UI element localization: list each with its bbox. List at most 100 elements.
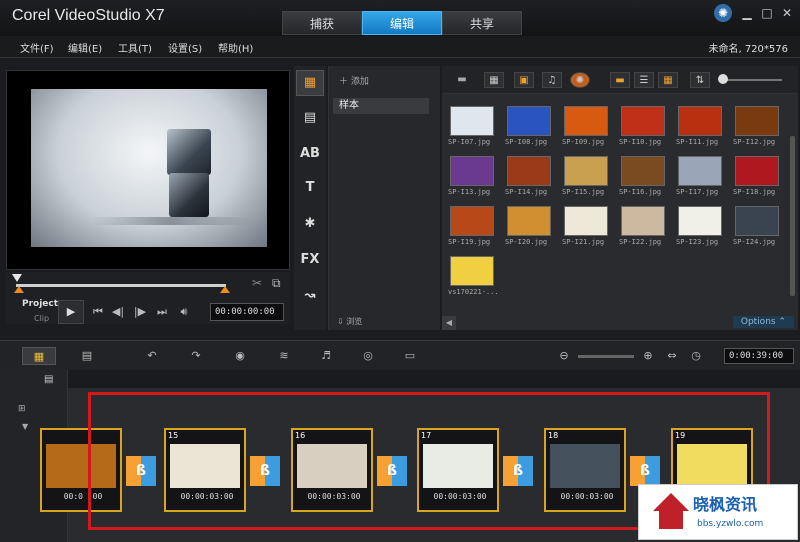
trim-end-marker[interactable] [220,286,230,293]
media-icon[interactable]: ▦ [298,71,322,95]
library-thumbnail[interactable] [735,106,779,136]
library-panel: ▬ ▦ ▣ ♫ ✺ ▬ ☰ ▦ ⇅ SP-I07.jpg SP-I08.jpg SP… [442,66,798,330]
watermark-title: 晓枫资讯 [693,495,758,514]
thumbnail-size-slider[interactable] [720,79,782,81]
scrub-panel: ✂ ⧉ Project Clip ▶ ⏮ ◀| |▶ ⏭ 🔊︎ 00:00:00… [6,272,290,324]
library-thumbnail[interactable] [735,156,779,186]
library-thumbnail[interactable] [450,256,494,286]
title-icon[interactable]: T [298,176,322,200]
library-thumbnail[interactable] [450,156,494,186]
library-thumbnail[interactable] [678,156,722,186]
project-duration: 0:00:39:00 [724,348,794,364]
browse-button[interactable]: ⇩ 浏览 [337,316,362,327]
subtitle-editor-icon[interactable]: ▭ [398,347,422,365]
plus-icon: ＋ [339,77,351,87]
library-thumbnail[interactable] [507,206,551,236]
timecode-display[interactable]: 00:00:00:00 [210,303,284,321]
list-view-icon[interactable]: ☰ [634,72,654,88]
library-thumbnail[interactable] [621,156,665,186]
chevron-down-icon[interactable]: ▼ [22,422,28,431]
library-thumbnail[interactable] [621,106,665,136]
library-thumbnail[interactable] [450,206,494,236]
play-button[interactable]: ▶ [58,300,84,324]
show-photos-icon[interactable]: ▣ [514,72,534,88]
audio-mixer-icon[interactable]: ≋ [272,347,296,365]
thumbnail-label: SP-I21.jpg [562,238,605,246]
track-options-icon[interactable]: ⊞ [18,404,26,414]
trim-start-marker[interactable] [14,286,24,293]
project-info: 未命名, 720*576 [708,44,788,55]
timeline-view-icon[interactable]: ▤ [72,347,102,365]
thumbnail-label: vs170221-... [448,288,499,296]
enlarge-icon[interactable]: ⧉ [272,276,281,291]
scrub-bar[interactable] [16,284,226,287]
fit-project-icon[interactable]: ⇔ [660,347,684,365]
help-globe-icon[interactable]: ✺ [714,4,732,22]
undo-icon[interactable]: ↶ [140,347,164,365]
thumbnail-view-icon[interactable]: ▬ [610,72,630,88]
library-thumbnail[interactable] [621,206,665,236]
library-thumbnail[interactable] [678,106,722,136]
library-thumbnail[interactable] [564,106,608,136]
show-videos-icon[interactable]: ▦ [484,72,504,88]
clip-mode-label[interactable]: Clip [34,314,49,323]
library-thumbnail[interactable] [678,206,722,236]
slider-knob[interactable] [718,74,728,84]
volume-icon[interactable]: 🔊︎ [174,302,194,322]
menu-edit[interactable]: 编辑(E) [68,40,102,55]
minimize-icon[interactable]: ▁ [738,4,756,22]
library-navigation: ＋ 添加 样本 ⇩ 浏览 [328,66,440,330]
transition-icon[interactable]: AB [298,142,322,166]
project-mode-label[interactable]: Project [22,299,58,309]
instant-project-icon[interactable]: ▤ [298,106,322,130]
sort-icon[interactable]: ⇅ [690,72,710,88]
grid-view-icon[interactable]: ▦ [658,72,678,88]
thumbnail-label: SP-I13.jpg [448,188,491,196]
zoom-out-icon[interactable]: ⊖ [552,347,576,365]
library-thumbnail[interactable] [564,156,608,186]
motion-tracking-icon[interactable]: ◎ [356,347,380,365]
redo-icon[interactable]: ↷ [184,347,208,365]
show-audio-icon[interactable]: ♫ [542,72,562,88]
auto-music-icon[interactable]: ♬ [314,347,338,365]
next-frame-icon[interactable]: |▶ [130,302,150,322]
record-capture-icon[interactable]: ◉ [228,347,252,365]
scroll-left-icon[interactable]: ◀ [442,316,456,330]
menu-file[interactable]: 文件(F) [20,40,54,55]
scrubber-handle[interactable] [12,274,22,282]
close-icon[interactable]: ✕ [778,4,796,22]
film-reel-icon[interactable]: ✺ [570,72,590,88]
home-icon[interactable]: ⏮ [88,302,108,322]
menu-tools[interactable]: 工具(T) [118,40,152,55]
tab-edit[interactable]: 编辑 [362,11,442,35]
storyboard-view-icon[interactable]: ▦ [22,347,56,365]
prev-frame-icon[interactable]: ◀| [108,302,128,322]
thumbnail-label: SP-I20.jpg [505,238,548,246]
options-button[interactable]: Options ⌃ [732,316,794,328]
zoom-in-icon[interactable]: ⊕ [636,347,660,365]
library-thumbnail[interactable] [735,206,779,236]
library-thumbnail[interactable] [450,106,494,136]
tab-capture[interactable]: 捕获 [282,11,362,35]
graphic-icon[interactable]: ✱ [298,212,322,236]
library-thumbnail[interactable] [564,206,608,236]
scissors-icon[interactable]: ✂ [252,276,262,290]
library-thumbnail[interactable] [507,106,551,136]
watermark-url: bbs.yzwlo.com [697,519,764,529]
maximize-icon[interactable]: □ [758,4,776,22]
menu-settings[interactable]: 设置(S) [168,40,202,55]
preview-window[interactable] [6,70,290,270]
folder-item-samples[interactable]: 样本 [333,98,429,114]
add-folder-button[interactable]: ＋ 添加 [339,74,369,87]
library-thumbnail[interactable] [507,156,551,186]
track-manager-icon[interactable]: ▤ [44,374,53,385]
tab-share[interactable]: 共享 [442,11,522,35]
folder-icon[interactable]: ▬ [452,72,472,88]
ice-cube-bottom [169,173,209,217]
path-icon[interactable]: ↝ [298,284,322,308]
end-icon[interactable]: ⏭ [152,302,172,322]
filter-fx-icon[interactable]: FX [298,248,322,272]
library-scrollbar[interactable] [790,136,795,296]
zoom-slider[interactable] [578,355,634,358]
menu-help[interactable]: 帮助(H) [218,40,253,55]
